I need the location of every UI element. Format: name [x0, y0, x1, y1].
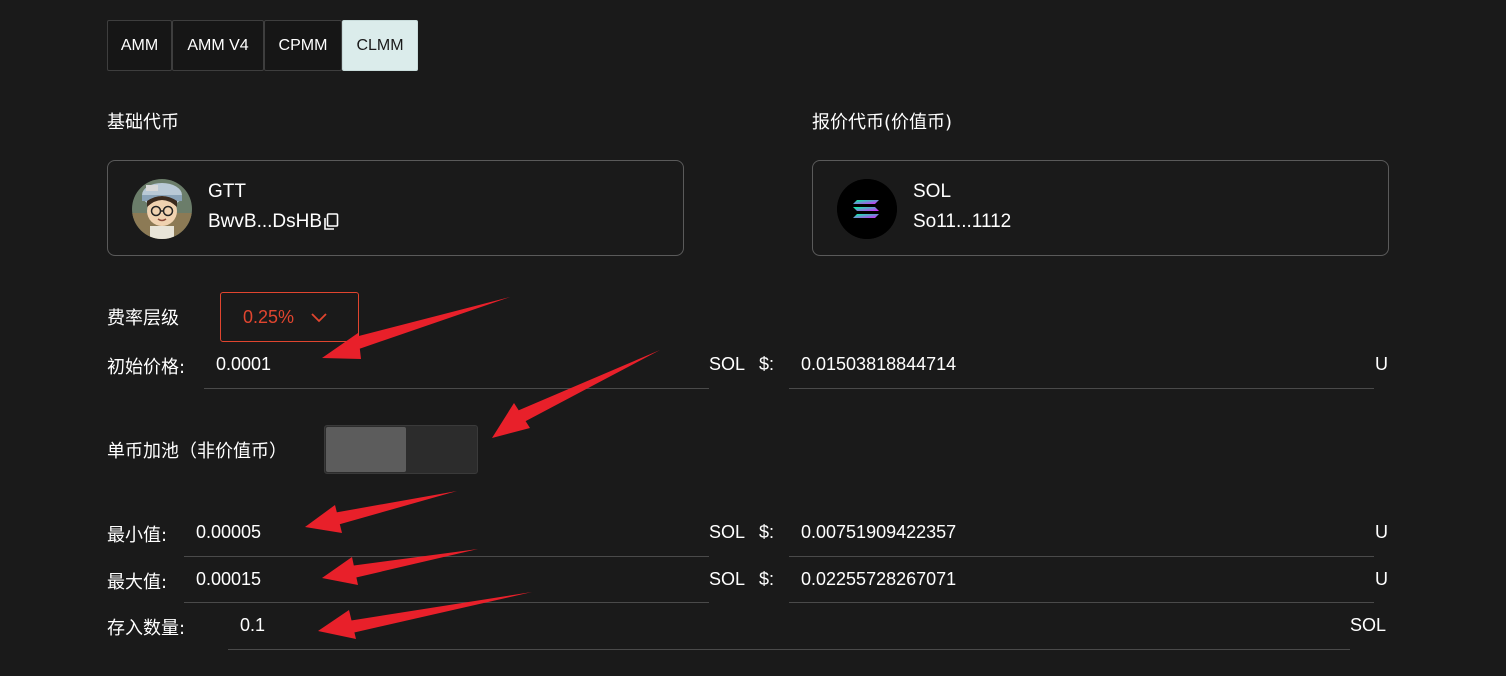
- max-price-unit: U: [1375, 569, 1388, 589]
- min-price-currency: SOL: [709, 522, 746, 542]
- fee-tier-select[interactable]: 0.25%: [220, 292, 359, 342]
- initial-price-usd-label: $:: [759, 354, 775, 374]
- max-price-usd-underline: [789, 602, 1374, 603]
- single-side-toggle[interactable]: [324, 425, 478, 474]
- base-token-address: BwvB...DsHB: [208, 211, 323, 232]
- min-price-label: 最小值:: [107, 525, 168, 546]
- initial-price-label: 初始价格:: [107, 357, 186, 378]
- initial-price-usd-input[interactable]: 0.01503818844714: [801, 354, 956, 375]
- max-price-currency: SOL: [709, 569, 746, 589]
- base-token-label: 基础代币: [107, 112, 179, 133]
- tab-cpmm[interactable]: CPMM: [264, 20, 342, 71]
- min-price-input[interactable]: 0.00005: [196, 522, 261, 543]
- max-price-label: 最大值:: [107, 572, 168, 593]
- deposit-input[interactable]: 0.1: [240, 615, 265, 636]
- quote-token-card[interactable]: SOL So11...1112: [812, 160, 1389, 256]
- initial-price-usd-underline: [789, 388, 1374, 389]
- deposit-label: 存入数量:: [107, 618, 186, 639]
- fee-tier-label: 费率层级: [107, 308, 179, 329]
- max-price-input[interactable]: 0.00015: [196, 569, 261, 590]
- max-price-underline: [184, 602, 709, 603]
- deposit-unit: SOL: [1350, 615, 1387, 635]
- single-side-label: 单币加池（非价值币）: [107, 441, 287, 462]
- min-price-usd-input[interactable]: 0.00751909422357: [801, 522, 956, 543]
- quote-token-label: 报价代币(价值币): [812, 112, 953, 133]
- pool-type-tabs: AMM AMM V4 CPMM CLMM: [107, 20, 418, 71]
- max-price-usd-input[interactable]: 0.02255728267071: [801, 569, 956, 590]
- max-price-usd-label: $:: [759, 569, 775, 589]
- solana-logo-icon: [837, 179, 897, 239]
- quote-token-address: So11...1112: [913, 211, 1012, 232]
- base-token-symbol: GTT: [208, 181, 246, 202]
- base-token-card[interactable]: GTT BwvB...DsHB: [107, 160, 684, 256]
- toggle-knob: [326, 427, 406, 472]
- annotation-arrow-toggle: [492, 350, 660, 438]
- min-price-usd-underline: [789, 556, 1374, 557]
- tab-clmm[interactable]: CLMM: [342, 20, 418, 71]
- copy-icon[interactable]: [323, 213, 339, 231]
- tab-amm-v4[interactable]: AMM V4: [172, 20, 264, 71]
- quote-token-symbol: SOL: [913, 181, 952, 202]
- deposit-underline: [228, 649, 1350, 650]
- min-price-usd-label: $:: [759, 522, 775, 542]
- avatar-cartoon-boy-icon: [132, 179, 192, 239]
- annotation-arrow-min: [305, 491, 457, 533]
- initial-price-currency: SOL: [709, 354, 746, 374]
- min-price-underline: [184, 556, 709, 557]
- chevron-down-icon: [310, 308, 328, 326]
- initial-price-input[interactable]: 0.0001: [216, 354, 271, 375]
- fee-tier-value: 0.25%: [243, 306, 295, 327]
- min-price-unit: U: [1375, 522, 1388, 542]
- annotation-arrow-max: [322, 549, 478, 585]
- initial-price-unit: U: [1375, 354, 1388, 374]
- annotation-arrow-deposit: [318, 592, 532, 639]
- base-token-address-row: BwvB...DsHB: [208, 211, 339, 233]
- tab-amm[interactable]: AMM: [107, 20, 172, 71]
- initial-price-underline: [204, 388, 709, 389]
